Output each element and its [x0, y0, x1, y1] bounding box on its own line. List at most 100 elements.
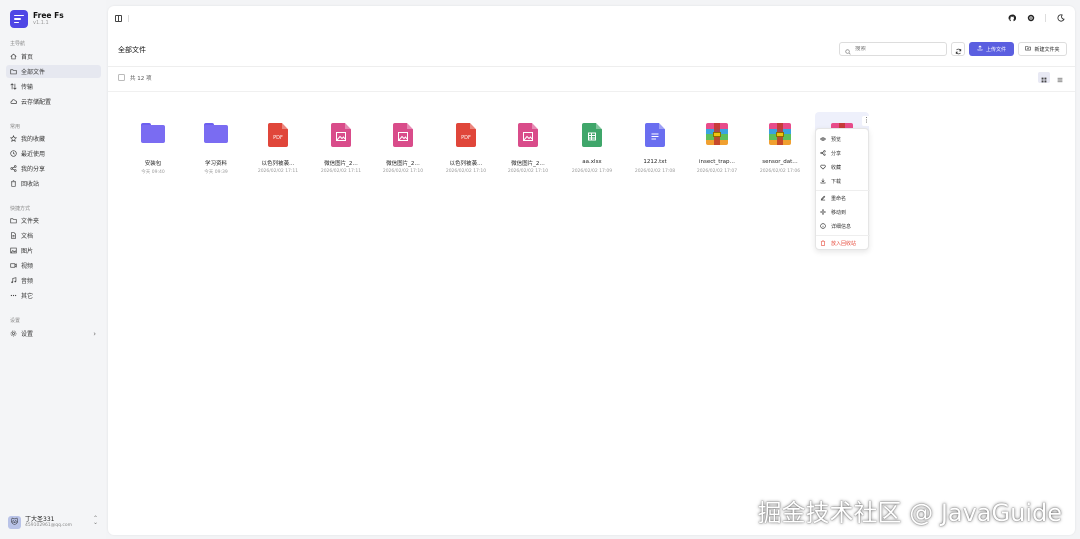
file-item-archive[interactable]: sensor_dat… 2026/02/02 17:06	[753, 112, 807, 176]
context-menu: 预览 分享 收藏 下载 重命名 移动到 详细信息 放入回收站	[815, 128, 870, 250]
sidebar-item-others[interactable]: 其它	[6, 289, 101, 302]
music-icon	[10, 277, 17, 284]
sidebar-item-label: 全部文件	[21, 69, 46, 76]
file-date: 今天 09:39	[204, 170, 228, 175]
more-options-button[interactable]: ⋮	[862, 116, 871, 126]
upload-file-button[interactable]: 上传文件	[969, 42, 1014, 56]
folder-icon	[141, 123, 165, 143]
refresh-button[interactable]	[951, 42, 965, 56]
file-date: 2026/02/02 17:10	[445, 169, 487, 174]
file-name: 以色列被袭…	[449, 161, 483, 167]
file-date: 2026/02/02 17:11	[320, 169, 362, 174]
page-title: 全部文件	[118, 46, 146, 54]
image-file-icon	[518, 123, 538, 147]
menu-item-favorite[interactable]: 收藏	[820, 162, 866, 172]
new-folder-button[interactable]: 新建文件夹	[1018, 42, 1067, 56]
sidebar-item-label: 首页	[21, 54, 34, 61]
file-item-folder[interactable]: 学习资料 今天 09:39	[189, 112, 243, 176]
menu-item-details[interactable]: 详细信息	[820, 221, 866, 231]
file-name: 以色列被袭…	[261, 161, 295, 167]
file-name: insect_trap…	[699, 159, 735, 165]
transfer-icon	[10, 83, 17, 90]
trash-icon	[10, 180, 17, 187]
file-item-archive[interactable]: insect_trap… 2026/02/02 17:07	[690, 112, 744, 176]
user-menu[interactable]: 🐱 丁大圣331 459102961@qq.com ⌃ ⌄	[8, 513, 100, 531]
sidebar-item-images[interactable]: 图片	[6, 244, 101, 257]
sidebar-item-label: 设置	[21, 331, 34, 338]
file-item-folder[interactable]: 安装包 今天 09:40	[126, 112, 180, 176]
file-item-image[interactable]: 微信图片_2… 2026/02/02 17:11	[314, 112, 368, 176]
image-file-icon	[331, 123, 351, 147]
brand[interactable]: Free Fs v1.1.1	[10, 10, 64, 28]
refresh-icon	[955, 40, 962, 59]
github-icon[interactable]	[1007, 13, 1016, 22]
file-date: 2026/02/02 17:07	[696, 169, 738, 174]
menu-item-share[interactable]: 分享	[820, 148, 866, 158]
file-item-image[interactable]: 微信图片_2… 2026/02/02 17:10	[501, 112, 555, 176]
divider	[128, 15, 129, 22]
moon-icon[interactable]	[1056, 13, 1065, 22]
share-icon	[820, 150, 826, 156]
watermark-text: 掘金技术社区 @ JavaGuide	[757, 499, 1062, 527]
file-item-pdf[interactable]: PDF 以色列被袭… 2026/02/02 17:10	[439, 112, 493, 176]
sidebar-item-label: 云存储配置	[21, 99, 52, 106]
sidebar-item-audio[interactable]: 音频	[6, 274, 101, 287]
menu-item-move[interactable]: 移动到	[820, 207, 866, 217]
home-icon	[10, 53, 17, 60]
app-logo-icon	[10, 10, 28, 28]
search-box[interactable]	[839, 42, 947, 56]
globe-icon[interactable]	[1026, 13, 1035, 22]
search-input[interactable]	[855, 46, 945, 52]
grid-icon	[1041, 68, 1047, 87]
file-item-spreadsheet[interactable]: aa.xlsx 2026/02/02 17:09	[565, 112, 619, 176]
nav-section-title-settings: 设置	[10, 318, 21, 324]
sidebar-item-my-shares[interactable]: 我的分享	[6, 162, 101, 175]
cloud-icon	[10, 98, 17, 105]
file-date: 2026/02/02 17:06	[759, 169, 801, 174]
grid-view-button[interactable]	[1038, 72, 1050, 83]
sidebar-toggle-icon[interactable]	[115, 15, 122, 22]
sidebar-item-label: 音频	[21, 278, 34, 285]
more-icon	[10, 292, 17, 299]
sidebar-item-cloud-storage[interactable]: 云存储配置	[6, 95, 101, 108]
sidebar-item-transfer[interactable]: 传输	[6, 80, 101, 93]
sidebar-item-videos[interactable]: 视频	[6, 259, 101, 272]
menu-divider	[816, 235, 870, 236]
menu-item-preview[interactable]: 预览	[820, 134, 866, 144]
sidebar-item-home[interactable]: 首页	[6, 50, 101, 63]
file-item-pdf[interactable]: PDF 以色列被袭… 2026/02/02 17:11	[251, 112, 305, 176]
file-name: 安装包	[144, 161, 162, 167]
archive-file-icon	[769, 123, 791, 145]
file-item-text[interactable]: 1212.txt 2026/02/02 17:08	[628, 112, 682, 176]
menu-item-download[interactable]: 下载	[820, 176, 866, 186]
file-item-image[interactable]: 微信图片_2… 2026/02/02 17:10	[376, 112, 430, 176]
sidebar-item-settings[interactable]: 设置 ›	[6, 327, 101, 340]
sidebar-item-recent[interactable]: 最近使用	[6, 147, 101, 160]
upload-file-label: 上传文件	[985, 46, 1006, 53]
list-view-button[interactable]	[1054, 72, 1066, 83]
new-folder-label: 新建文件夹	[1034, 46, 1060, 53]
file-date: 2026/02/02 17:10	[507, 169, 549, 174]
sidebar-item-folders[interactable]: 文件夹	[6, 214, 101, 227]
gear-icon	[10, 330, 17, 337]
pdf-file-icon: PDF	[456, 123, 476, 147]
document-icon	[10, 232, 17, 239]
sidebar-item-all-files[interactable]: 全部文件	[6, 65, 101, 78]
menu-item-move-to-trash[interactable]: 放入回收站	[820, 238, 866, 248]
nav-section-title-main: 主导航	[10, 41, 26, 47]
sidebar-item-recycle-bin[interactable]: 回收站	[6, 177, 101, 190]
sidebar-item-label: 我的分享	[21, 166, 46, 173]
select-all-checkbox[interactable]	[118, 74, 125, 81]
menu-item-rename[interactable]: 重命名	[820, 193, 866, 203]
sidebar-item-documents[interactable]: 文档	[6, 229, 101, 242]
video-icon	[10, 262, 17, 269]
vertical-dots-icon: ⋮	[863, 116, 870, 124]
menu-item-label: 收藏	[831, 164, 842, 171]
user-email: 459102961@qq.com	[25, 522, 73, 528]
image-file-icon	[393, 123, 413, 147]
top-bar	[108, 6, 1075, 30]
sidebar-item-favorites[interactable]: 我的收藏	[6, 132, 101, 145]
sidebar-item-label: 传输	[21, 84, 34, 91]
share-icon	[10, 165, 17, 172]
edit-icon	[820, 195, 826, 201]
